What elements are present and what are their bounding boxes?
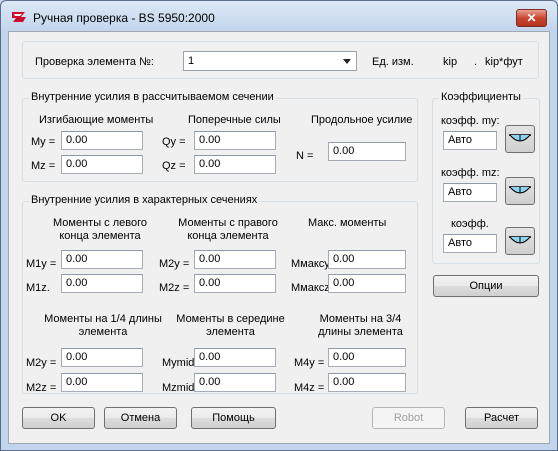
m2y-label: M2y = bbox=[159, 258, 190, 270]
units-separator: . bbox=[474, 56, 478, 68]
element-group: Проверка элемента №: 1 Ед. изм. kip . ki… bbox=[22, 41, 539, 79]
qy-input[interactable]: 0.00 bbox=[194, 131, 276, 150]
mmaxz-label: Mмаксz bbox=[291, 282, 330, 294]
n-input[interactable]: 0.00 bbox=[328, 142, 406, 161]
internal-forces-group: Внутренние усилия в рассчитываемом сечен… bbox=[22, 91, 418, 182]
element-select-value: 1 bbox=[188, 55, 195, 67]
my-label: My = bbox=[31, 136, 56, 148]
element-select[interactable]: 1 bbox=[183, 51, 357, 71]
mid-header: Моменты в середине элемента bbox=[176, 313, 285, 338]
quarter-m2z-input[interactable]: 0.00 bbox=[61, 373, 143, 392]
m2z-input[interactable]: 0.00 bbox=[194, 274, 276, 293]
m4z-label: M4z = bbox=[294, 382, 325, 394]
mmaxz-input[interactable]: 0.00 bbox=[328, 274, 406, 293]
m1y-input[interactable]: 0.00 bbox=[61, 250, 143, 269]
moment-diagram-icon bbox=[509, 236, 531, 244]
coef-third-input[interactable]: Авто bbox=[443, 234, 497, 253]
qy-label: Qy = bbox=[162, 136, 186, 148]
coefficients-title: Коэффициенты bbox=[439, 91, 523, 103]
mymid-label: Mymid bbox=[162, 357, 195, 369]
coef-third-diagram-button[interactable] bbox=[505, 227, 535, 255]
mmaxy-label: Mмаксy bbox=[291, 258, 330, 270]
robot-button[interactable]: Robot bbox=[372, 407, 445, 429]
mz-input[interactable]: 0.00 bbox=[61, 155, 143, 174]
element-label: Проверка элемента №: bbox=[35, 56, 154, 68]
mzmid-label: Mzmid bbox=[162, 382, 195, 394]
title-bar[interactable]: Ручная проверка - BS 5950:2000 ✕ bbox=[1, 1, 557, 31]
axial-header: Продольное усилие bbox=[311, 114, 413, 126]
n-label: N = bbox=[296, 150, 314, 162]
close-button[interactable]: ✕ bbox=[516, 9, 547, 27]
coef-my-label: коэфф. my: bbox=[441, 115, 500, 127]
coef-my-diagram-button[interactable] bbox=[505, 125, 535, 153]
quarter-header: Моменты на 1/4 длины элемента bbox=[44, 313, 162, 338]
dialog-client: Проверка элемента №: 1 Ед. изм. kip . ki… bbox=[8, 31, 550, 444]
mymid-input[interactable]: 0.00 bbox=[194, 348, 276, 367]
quarter-m2y-input[interactable]: 0.00 bbox=[61, 348, 143, 367]
max-moments-header: Макс. моменты bbox=[308, 217, 387, 229]
moment-diagram-icon bbox=[509, 186, 531, 194]
coef-third-label: коэфф. bbox=[451, 218, 489, 230]
moment-diagram-icon bbox=[509, 134, 531, 142]
shear-header: Поперечные силы bbox=[188, 114, 281, 126]
coef-my-input[interactable]: Авто bbox=[443, 131, 497, 150]
qz-label: Qz = bbox=[162, 160, 186, 172]
mzmid-input[interactable]: 0.00 bbox=[194, 373, 276, 392]
quarter-m2z-label: M2z = bbox=[26, 382, 57, 394]
qz-input[interactable]: 0.00 bbox=[194, 155, 276, 174]
m4y-input[interactable]: 0.00 bbox=[328, 348, 406, 367]
unit-moment: kip*фут bbox=[485, 56, 523, 68]
internal-forces-title: Внутренние усилия в рассчитываемом сечен… bbox=[29, 91, 276, 103]
chevron-down-icon bbox=[343, 59, 351, 64]
m4z-input[interactable]: 0.00 bbox=[328, 373, 406, 392]
my-input[interactable]: 0.00 bbox=[61, 131, 143, 150]
characteristic-forces-title: Внутренние усилия в характерных сечениях bbox=[29, 194, 260, 206]
app-logo-icon bbox=[12, 12, 26, 22]
m4y-label: M4y = bbox=[294, 357, 325, 369]
left-end-header: Моменты с левого конца элемента bbox=[53, 217, 147, 242]
unit-force: kip bbox=[443, 56, 458, 68]
dialog-window: Ручная проверка - BS 5950:2000 ✕ Проверк… bbox=[0, 0, 558, 451]
quarter-m2y-label: M2y = bbox=[26, 357, 57, 369]
units-label: Ед. изм. bbox=[372, 56, 414, 68]
options-button[interactable]: Опции bbox=[433, 275, 539, 297]
window-title: Ручная проверка - BS 5950:2000 bbox=[33, 11, 215, 25]
mz-label: Mz = bbox=[31, 160, 56, 172]
coefficients-group: Коэффициенты коэфф. my: Авто коэфф. mz: … bbox=[432, 91, 540, 264]
m2z-label: M2z = bbox=[159, 282, 190, 294]
calculate-button[interactable]: Расчет bbox=[465, 407, 538, 429]
m1z-label: M1z. bbox=[26, 282, 50, 294]
coef-mz-label: коэфф. mz: bbox=[441, 167, 500, 179]
ok-button[interactable]: OK bbox=[22, 407, 95, 429]
coef-mz-diagram-button[interactable] bbox=[505, 177, 535, 205]
characteristic-forces-group: Внутренние усилия в характерных сечениях… bbox=[22, 194, 418, 394]
m1y-label: M1y = bbox=[26, 258, 57, 270]
coef-mz-input[interactable]: Авто bbox=[443, 183, 497, 202]
help-button[interactable]: Помощь bbox=[191, 407, 276, 429]
m2y-input[interactable]: 0.00 bbox=[194, 250, 276, 269]
mmaxy-input[interactable]: 0.00 bbox=[328, 250, 406, 269]
right-end-header: Моменты с правого конца элемента bbox=[178, 217, 278, 242]
bending-header: Изгибающие моменты bbox=[39, 114, 154, 126]
m1z-input[interactable]: 0.00 bbox=[61, 274, 143, 293]
three-quarter-header: Моменты на 3/4 длины элемента bbox=[318, 313, 403, 338]
cancel-button[interactable]: Отмена bbox=[104, 407, 177, 429]
